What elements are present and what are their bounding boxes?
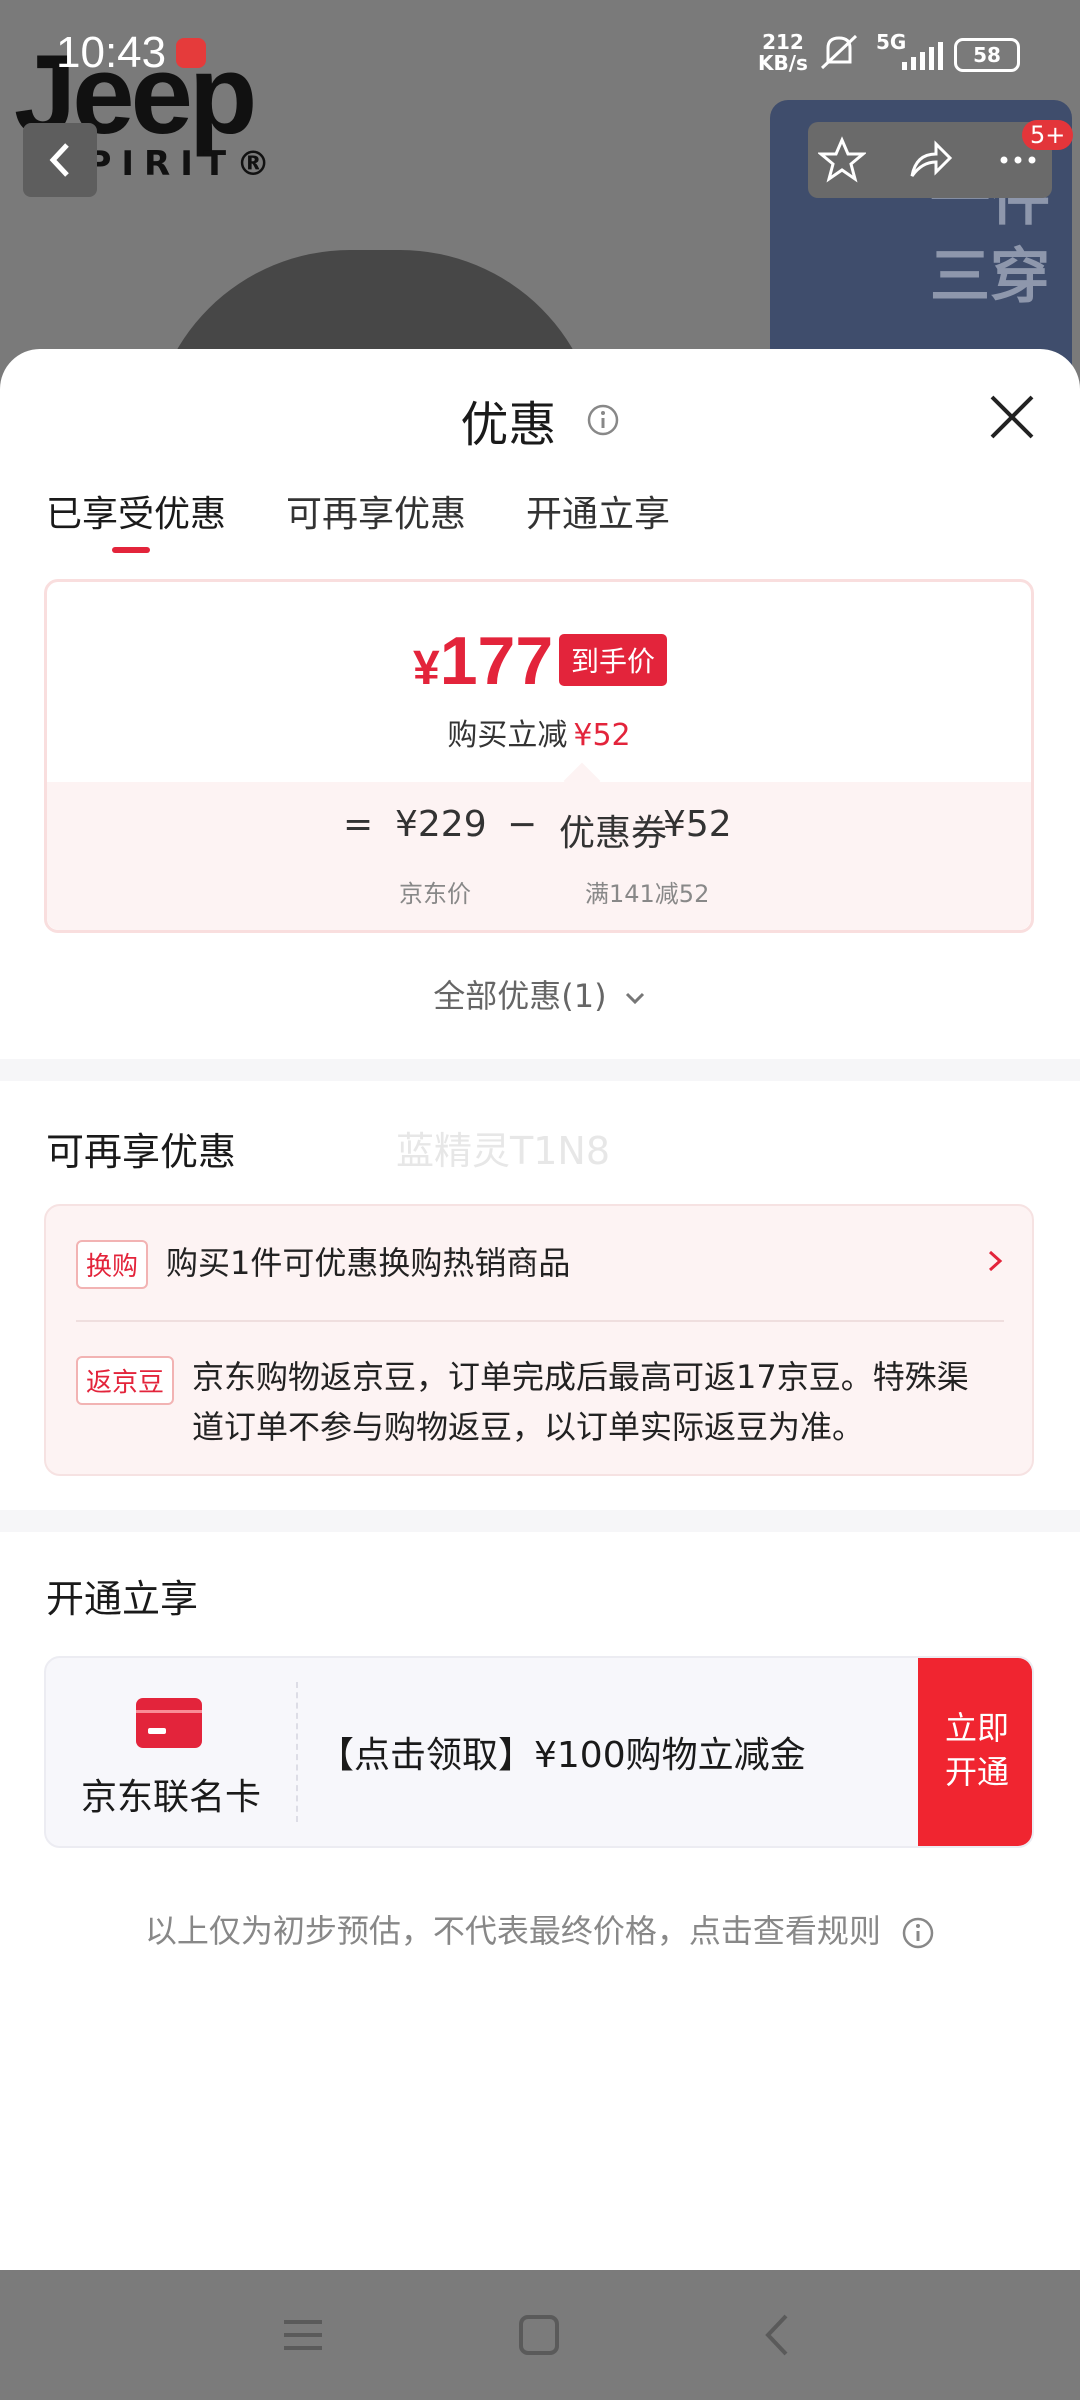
tab-enjoyed[interactable]: 已享受优惠 xyxy=(46,485,226,537)
info-icon[interactable] xyxy=(901,1916,935,1950)
section-divider xyxy=(0,1059,1080,1081)
all-offers-label: 全部优惠(1) xyxy=(433,977,607,1015)
minus-sign: − xyxy=(507,804,538,845)
back-icon[interactable] xyxy=(756,2312,802,2358)
back-arrow-button[interactable] xyxy=(23,123,97,197)
activate-now-button[interactable]: 立即 开通 xyxy=(918,1658,1032,1846)
home-icon[interactable] xyxy=(516,2312,562,2358)
final-price: ¥177 xyxy=(413,623,554,699)
jd-price: ¥229 xyxy=(395,804,487,845)
final-price-tag: 到手价 xyxy=(559,634,668,686)
trade-in-text: 购买1件可优惠换购热销商品 xyxy=(166,1244,571,1282)
coupon-label: 优惠券 xyxy=(559,813,668,854)
row-divider xyxy=(76,1320,1004,1322)
status-time: 10:43 xyxy=(56,28,167,77)
card-info: 京东联名卡 xyxy=(46,1658,296,1846)
beans-tag: 返京豆 xyxy=(76,1356,175,1405)
back-arrow-icon xyxy=(49,143,69,177)
disclaimer-text: 以上仅为初步预估，不代表最终价格，点击查看规则 xyxy=(144,1912,881,1950)
chevron-down-icon xyxy=(625,992,644,1005)
activate-section-title: 开通立享 xyxy=(46,1577,199,1621)
sheet-title: 优惠 xyxy=(460,397,557,453)
mute-icon xyxy=(820,34,858,70)
status-bar: 10:43 212 KB/s 5G 58 xyxy=(0,0,1080,110)
system-nav-bar xyxy=(0,2270,1080,2400)
coupon-caption: 满141减52 xyxy=(585,880,710,908)
top-action-bar xyxy=(808,122,1052,198)
disclaimer[interactable]: 以上仅为初步预估，不代表最终价格，点击查看规则 xyxy=(0,1906,1080,1952)
tab-more-offers[interactable]: 可再享优惠 xyxy=(286,485,466,537)
signal-bars-icon xyxy=(902,42,943,70)
price-summary-card: ¥177 到手价 购买立减 ¥52 = ¥229 − 优惠券 ¥52 京东价 满1… xyxy=(44,579,1034,933)
all-offers-toggle[interactable]: 全部优惠(1) xyxy=(0,971,1080,1017)
coupon-value: ¥52 xyxy=(663,804,732,845)
card-name: 京东联名卡 xyxy=(80,1777,261,1818)
star-icon[interactable] xyxy=(818,136,866,184)
close-icon[interactable] xyxy=(984,389,1040,445)
beans-text: 京东购物返京豆，订单完成后最高可返17京豆。特殊渠 道订单不参与购物返豆，以订单… xyxy=(192,1358,969,1446)
tab-activate[interactable]: 开通立享 xyxy=(526,485,670,537)
equals-sign: = xyxy=(343,804,374,845)
price-formula: = ¥229 − 优惠券 ¥52 xyxy=(47,804,1031,864)
promo-card-line2: 三穿 xyxy=(930,242,1050,312)
battery-indicator: 58 xyxy=(954,38,1020,72)
jd-price-caption: 京东价 xyxy=(399,880,471,908)
credit-card-icon xyxy=(136,1698,202,1748)
section-divider xyxy=(0,1510,1080,1532)
recording-icon xyxy=(176,38,206,68)
watermark: 蓝精灵T1N8 xyxy=(396,1129,610,1173)
info-icon[interactable] xyxy=(586,403,620,437)
sheet-header: 优惠 xyxy=(0,385,1080,455)
tab-active-indicator xyxy=(112,547,150,553)
co-brand-card-offer[interactable]: 京东联名卡 【点击领取】¥100购物立减金 立即 开通 xyxy=(44,1656,1034,1848)
trade-in-tag: 换购 xyxy=(76,1240,149,1289)
more-offers-title: 可再享优惠 xyxy=(46,1130,237,1174)
notification-badge: 5+ xyxy=(1022,120,1074,150)
menu-icon[interactable] xyxy=(280,2312,326,2358)
chevron-right-icon xyxy=(988,1250,1003,1272)
share-icon[interactable] xyxy=(906,136,954,184)
card-offer-text: 【点击领取】¥100购物立减金 xyxy=(318,1735,806,1776)
net-speed: 212 KB/s xyxy=(758,30,808,75)
card-divider xyxy=(296,1682,298,1822)
discount-line: 购买立减 ¥52 xyxy=(447,718,631,753)
more-offers-box: 换购 购买1件可优惠换购热销商品 返京豆 京东购物返京豆，订单完成后最高可返17… xyxy=(44,1204,1034,1476)
